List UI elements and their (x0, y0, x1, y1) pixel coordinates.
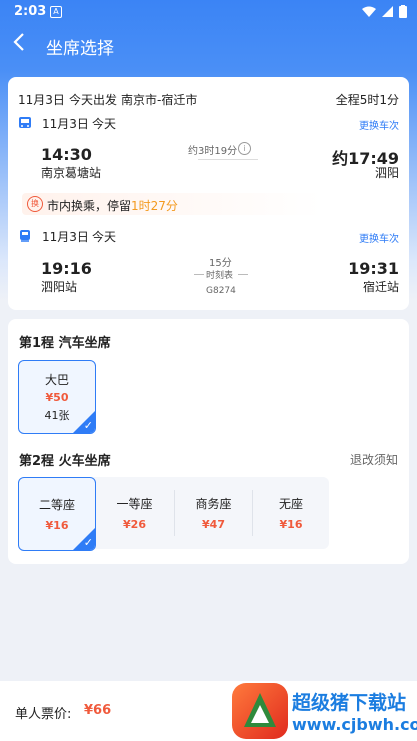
leg1-seat-title: 第1程 汽车坐席 (19, 336, 111, 351)
back-button[interactable] (12, 32, 32, 59)
leg2-duration: 15分 (209, 258, 232, 269)
seat-option-business[interactable]: 商务座 ¥47 (175, 477, 252, 549)
chevron-left-icon (13, 33, 24, 51)
timetable-link[interactable]: 时刻表 (206, 268, 233, 281)
trip-card: 11月3日 今天出发 南京市-宿迁市 全程5时1分 11月3日 今天 更换车次 … (8, 77, 409, 310)
seat-name: 二等座 (38, 498, 75, 512)
check-icon: ✓ (83, 419, 93, 432)
seat-name: 一等座 (116, 497, 153, 511)
seat-price: ¥47 (202, 518, 225, 531)
leg2-day: 今天 (92, 230, 117, 244)
status-time: 2:03 (14, 4, 47, 19)
leg1-arrive-station: 泗阳 (374, 166, 399, 180)
leg1-date: 11月3日 (42, 117, 89, 131)
leg1-day: 今天 (92, 117, 117, 131)
info-icon[interactable]: i (238, 142, 251, 155)
trip-day: 今天出发 (69, 93, 118, 107)
transfer-banner: 换 市内换乘，停留 1时27分 (22, 193, 322, 215)
watermark-text: 超级猪下载站 (292, 692, 407, 714)
leg1-depart-time: 14:30 (41, 145, 92, 164)
status-bar: 2:03 A (0, 0, 417, 24)
watermark-logo (232, 683, 288, 739)
fare-label: 单人票价: (15, 707, 72, 722)
transfer-text: 市内换乘，停留 (47, 199, 132, 213)
nav-bar: 坐席选择 (0, 28, 417, 64)
bus-icon (18, 115, 32, 134)
seat-card: 第1程 汽车坐席 大巴 ¥50 41张 ✓ 第2程 火车坐席 退改须知 二等座 … (8, 319, 409, 564)
leg2-line-left (194, 274, 204, 275)
leg2-line-right (238, 274, 248, 275)
leg2-seat-title: 第2程 火车坐席 (19, 454, 111, 469)
trip-route: 南京市-宿迁市 (121, 93, 198, 107)
seat-name: 无座 (278, 497, 303, 511)
leg2-arrive-time: 19:31 (348, 259, 399, 278)
transfer-wait: 1时27分 (131, 199, 178, 213)
leg1-depart-station: 南京葛塘站 (41, 166, 102, 180)
check-icon: ✓ (83, 536, 93, 549)
seat-option-second-class[interactable]: 二等座 ¥16 ✓ (18, 477, 96, 551)
seat-price: ¥50 (45, 391, 69, 404)
seat-option-no-seat[interactable]: 无座 ¥16 (253, 477, 329, 549)
leg2-depart-station: 泗阳站 (41, 280, 78, 294)
status-icons (362, 5, 407, 18)
leg2-change-link[interactable]: 更换车次 (359, 230, 399, 245)
seat-option-bus[interactable]: 大巴 ¥50 41张 ✓ (18, 360, 96, 434)
leg2-date: 11月3日 (42, 230, 89, 244)
watermark-url: www.cjbwh.com (292, 715, 417, 734)
seat-option-first-class[interactable]: 一等座 ¥26 (96, 477, 173, 549)
refund-notice-link[interactable]: 退改须知 (350, 451, 398, 468)
page-title: 坐席选择 (46, 39, 114, 59)
trip-total-duration: 全程5时1分 (335, 93, 399, 107)
leg2-train-no: G8274 (206, 286, 236, 296)
fare-price: ¥66 (84, 703, 112, 718)
seat-name: 大巴 (44, 373, 69, 387)
trip-date: 11月3日 (18, 93, 65, 107)
train-icon (18, 228, 32, 247)
seat-price: ¥16 (279, 518, 303, 531)
seat-name: 商务座 (195, 497, 232, 511)
seat-price: ¥26 (123, 518, 146, 531)
leg2-arrive-station: 宿迁站 (362, 280, 399, 294)
leg1-duration-line (198, 159, 258, 160)
leg2-depart-time: 19:16 (41, 259, 92, 278)
leg1-duration: 约3时19分 (188, 146, 238, 157)
signal-icon (382, 6, 393, 17)
leg1-change-link[interactable]: 更换车次 (359, 117, 399, 132)
transfer-icon: 换 (27, 196, 43, 212)
wifi-icon (362, 6, 376, 17)
notification-icon: A (50, 6, 62, 18)
battery-icon (399, 5, 407, 18)
